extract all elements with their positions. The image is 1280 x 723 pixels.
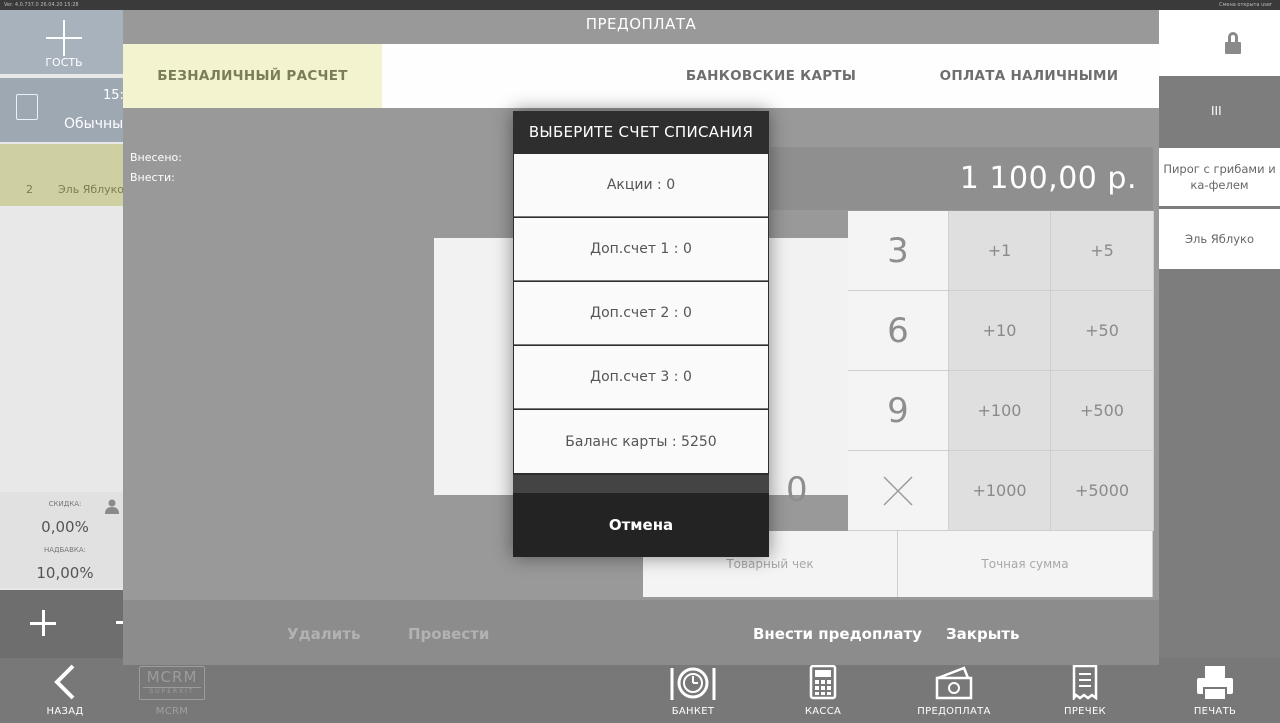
amount-display: 1 100,00 р. bbox=[770, 147, 1153, 210]
payment-tabs: БЕЗНАЛИЧНЫЙ РАСЧЕТ БАНКОВСКИЕ КАРТЫ ОПЛА… bbox=[123, 44, 1159, 108]
dialog-title: ПРЕДОПЛАТА bbox=[585, 15, 697, 33]
account-option-promotions[interactable]: Акции : 0 bbox=[514, 154, 768, 217]
dialog-action-bar: Удалить Провести Внести предоплату Закры… bbox=[123, 600, 1159, 665]
logo-sub-text: SUPERKIT bbox=[143, 687, 201, 695]
back-label: НАЗАД bbox=[46, 706, 84, 717]
account-option-card-balance[interactable]: Баланс карты : 5250 bbox=[514, 410, 768, 473]
person-icon bbox=[105, 499, 119, 514]
calculator-icon bbox=[809, 664, 837, 700]
order-time: 15: bbox=[103, 88, 124, 103]
status-right: Смена открыта user bbox=[1219, 2, 1272, 8]
keypad-key[interactable]: +1 bbox=[949, 211, 1051, 291]
keypad-key[interactable]: 6 bbox=[848, 291, 949, 371]
cancel-button[interactable]: Отмена bbox=[513, 493, 769, 557]
precheck-button[interactable]: ПРЕЧЕК bbox=[1040, 658, 1130, 723]
account-option-extra-3[interactable]: Доп.счет 3 : 0 bbox=[514, 346, 768, 409]
print-button[interactable]: ПЕЧАТЬ bbox=[1170, 658, 1260, 723]
account-option-extra-2[interactable]: Доп.счет 2 : 0 bbox=[514, 282, 768, 345]
prepayment-label: ПРЕДОПЛАТА bbox=[917, 706, 991, 717]
keypad-key[interactable]: +5000 bbox=[1051, 451, 1154, 531]
order-type: Обычны bbox=[64, 116, 124, 132]
markup-value: 10,00% bbox=[36, 564, 94, 582]
keypad-key[interactable]: 9 bbox=[848, 371, 949, 451]
quantity-controls bbox=[0, 590, 124, 658]
order-item-row[interactable]: 2 Эль Яблуко bbox=[0, 174, 125, 206]
keypad-key[interactable]: +1000 bbox=[949, 451, 1051, 531]
tab-bank-cards[interactable]: БАНКОВСКИЕ КАРТЫ bbox=[667, 44, 875, 108]
lock-button[interactable] bbox=[1159, 10, 1280, 76]
keypad-key[interactable]: +100 bbox=[949, 371, 1051, 451]
dish-item[interactable]: Пирог с грибами и ка-фелем bbox=[1159, 148, 1280, 206]
keypad-key[interactable]: +5 bbox=[1051, 211, 1154, 291]
add-guest-button[interactable]: ГОСТЬ bbox=[0, 10, 123, 74]
order-item-number: 2 bbox=[26, 183, 33, 196]
banquet-button[interactable]: БАНКЕТ bbox=[648, 658, 738, 723]
order-card[interactable]: 15: Обычны bbox=[0, 78, 124, 142]
discount-panel[interactable]: СКИДКА: 0,00% НАДБАВКА: 10,00% bbox=[0, 492, 123, 588]
make-prepayment-button[interactable]: Внести предоплату bbox=[753, 600, 922, 665]
left-panel: ГОСТЬ 15: Обычны 2 Эль Яблуко СКИДКА: 0,… bbox=[0, 10, 125, 658]
modal-divider bbox=[513, 475, 769, 493]
right-panel: III Пирог с грибами и ка-фелем Эль Яблук… bbox=[1159, 10, 1280, 658]
plus-icon bbox=[46, 20, 82, 56]
account-option-extra-1[interactable]: Доп.счет 1 : 0 bbox=[514, 218, 768, 281]
clear-x-icon bbox=[883, 475, 913, 506]
order-item-name: Эль Яблуко bbox=[58, 183, 125, 196]
guest-label: ГОСТЬ bbox=[45, 56, 83, 69]
lock-icon-body bbox=[1225, 42, 1241, 54]
delete-button[interactable]: Удалить bbox=[287, 600, 360, 665]
tab-cashless[interactable]: БЕЗНАЛИЧНЫЙ РАСЧЕТ bbox=[123, 44, 382, 108]
mcrm-caption: MCRM bbox=[155, 706, 189, 717]
to-deposit-label: Внести: bbox=[130, 171, 175, 184]
keypad-key[interactable]: +10 bbox=[949, 291, 1051, 371]
status-bar: Ver. 4.0.737.0 26.04.20 15:28 Смена откр… bbox=[0, 0, 1280, 10]
keypad-key[interactable]: +50 bbox=[1051, 291, 1154, 371]
markup-caption: НАДБАВКА: bbox=[43, 546, 87, 554]
increase-icon[interactable] bbox=[30, 610, 56, 636]
prepayment-button[interactable]: ПРЕДОПЛАТА bbox=[906, 658, 1002, 723]
discount-value: 0,00% bbox=[41, 518, 89, 536]
keypad-zero[interactable]: 0 bbox=[786, 470, 808, 510]
printer-icon bbox=[1197, 666, 1233, 701]
status-left: Ver. 4.0.737.0 26.04.20 15:28 bbox=[4, 2, 79, 8]
keypad-key[interactable]: +500 bbox=[1051, 371, 1154, 451]
exact-amount-option[interactable]: Точная сумма bbox=[898, 531, 1153, 597]
receipt-icon bbox=[16, 94, 38, 120]
mcrm-logo: MCRM SUPERKIT bbox=[139, 666, 205, 700]
print-label: ПЕЧАТЬ bbox=[1193, 706, 1237, 717]
keypad: 3 +1 +5 6 +10 +50 9 +100 +500 +1000 +500… bbox=[848, 211, 1154, 531]
keypad-key[interactable]: 3 bbox=[848, 211, 949, 291]
order-group-row[interactable] bbox=[0, 144, 123, 174]
back-arrow-icon bbox=[54, 664, 75, 700]
close-button[interactable]: Закрыть bbox=[946, 600, 1019, 665]
deposited-label: Внесено: bbox=[130, 151, 182, 164]
logo-main-text: MCRM bbox=[146, 668, 198, 686]
cash-label: КАССА bbox=[804, 706, 842, 717]
back-button[interactable]: НАЗАД bbox=[20, 658, 110, 723]
money-icon bbox=[935, 666, 973, 700]
modal-title: ВЫБЕРИТЕ СЧЕТ СПИСАНИЯ bbox=[528, 123, 754, 141]
dish-item[interactable]: Эль Яблуко bbox=[1159, 209, 1280, 269]
conduct-button[interactable]: Провести bbox=[408, 600, 489, 665]
select-account-modal: ВЫБЕРИТЕ СЧЕТ СПИСАНИЯ Акции : 0 Доп.сче… bbox=[513, 111, 769, 557]
banquet-label: БАНКЕТ bbox=[671, 706, 715, 717]
tab-cash[interactable]: ОПЛАТА НАЛИЧНЫМИ bbox=[913, 44, 1145, 108]
keypad-clear-key[interactable] bbox=[848, 451, 949, 531]
receipt-list-icon bbox=[1072, 664, 1098, 700]
course-indicator: III bbox=[1211, 104, 1222, 118]
banquet-icon bbox=[670, 667, 716, 700]
cash-button[interactable]: КАССА bbox=[778, 658, 868, 723]
precheck-label: ПРЕЧЕК bbox=[1064, 706, 1106, 717]
